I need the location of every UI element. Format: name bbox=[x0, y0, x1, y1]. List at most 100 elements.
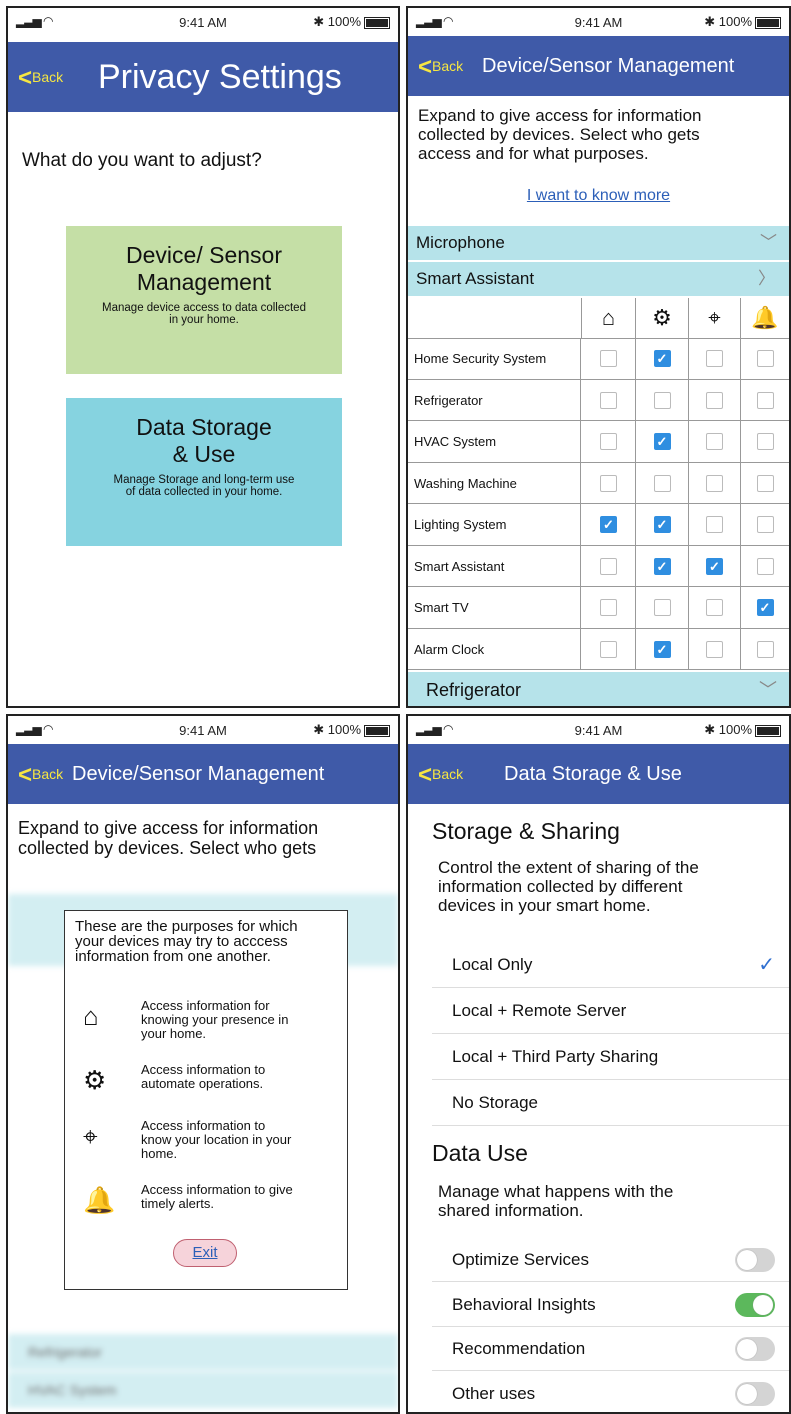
permission-checkbox[interactable] bbox=[756, 516, 774, 534]
data-use-option: Behavioral Insights bbox=[432, 1283, 789, 1327]
permission-cell bbox=[689, 338, 741, 379]
permission-checkbox[interactable] bbox=[600, 433, 617, 451]
section-microphone[interactable]: Microphone ﹀ bbox=[408, 226, 789, 260]
page-title: Privacy Settings bbox=[98, 58, 342, 96]
intro-text: Expand to give access for information co… bbox=[418, 106, 701, 163]
column-header-presence: ⌂ bbox=[582, 298, 636, 338]
intro-line1: Expand to give access for information bbox=[418, 106, 702, 125]
permission-cell bbox=[636, 587, 689, 628]
exit-button[interactable]: Exit bbox=[173, 1239, 237, 1267]
purpose-text-line3: home. bbox=[141, 1146, 178, 1161]
permission-checkbox[interactable] bbox=[600, 599, 617, 617]
checkmark-icon-checkbox[interactable]: ✓ bbox=[653, 640, 671, 658]
page-title: Device/Sensor Management bbox=[482, 55, 735, 77]
back-button[interactable]: <Back bbox=[18, 744, 63, 804]
table-row: HVAC System ✓ bbox=[408, 421, 789, 463]
purposes-info-screen: ▂▃▅ ◠ 9:41 AM ✱ 100% <Back Device/Sensor… bbox=[6, 714, 400, 1414]
storage-option-label: Local + Third Party Sharing bbox=[452, 1047, 659, 1066]
checkmark-icon-checkbox[interactable]: ✓ bbox=[653, 516, 671, 534]
storage-option[interactable]: No Storage bbox=[432, 1080, 789, 1126]
permission-checkbox[interactable] bbox=[756, 391, 774, 409]
back-button[interactable]: <Back bbox=[418, 36, 463, 96]
permission-checkbox[interactable] bbox=[756, 557, 774, 575]
device-label: Smart TV bbox=[414, 587, 581, 628]
checkmark-icon-checkbox[interactable]: ✓ bbox=[756, 599, 774, 617]
permission-checkbox[interactable] bbox=[653, 474, 671, 492]
permission-checkbox[interactable] bbox=[756, 474, 774, 492]
nav-bar: <Back Privacy Settings bbox=[8, 42, 398, 112]
permission-checkbox[interactable] bbox=[653, 599, 671, 617]
permission-checkbox[interactable] bbox=[706, 599, 723, 617]
checkmark-icon-checkbox[interactable]: ✓ bbox=[653, 350, 671, 368]
toggle-knob bbox=[737, 1250, 757, 1270]
data-use-label: Optimize Services bbox=[452, 1250, 589, 1269]
permission-checkbox[interactable] bbox=[706, 391, 723, 409]
permission-checkbox[interactable] bbox=[600, 350, 617, 368]
storage-option-label: Local + Remote Server bbox=[452, 1001, 627, 1020]
data-storage-card[interactable]: Data Storage & Use Manage Storage and lo… bbox=[66, 398, 342, 546]
storage-option[interactable]: Local Only ✓ bbox=[432, 942, 789, 988]
chevron-down-icon: ﹀ bbox=[759, 680, 777, 700]
page-title: Data Storage & Use bbox=[504, 763, 682, 785]
toggle-knob bbox=[753, 1294, 773, 1315]
permission-checkbox[interactable] bbox=[756, 640, 774, 658]
toggle-switch[interactable] bbox=[735, 1337, 775, 1361]
toggle-switch[interactable] bbox=[735, 1248, 775, 1272]
battery-indicator: ✱ 100% bbox=[313, 722, 390, 738]
checkmark-icon-checkbox[interactable]: ✓ bbox=[706, 557, 723, 575]
storage-option[interactable]: Local + Remote Server bbox=[432, 988, 789, 1034]
column-header-location: ⌖ bbox=[689, 298, 741, 338]
chevron-right-icon: 〉 bbox=[758, 269, 775, 288]
toggle-switch[interactable] bbox=[735, 1292, 775, 1317]
checkmark-icon-checkbox[interactable]: ✓ bbox=[600, 516, 617, 534]
permission-checkbox[interactable] bbox=[600, 557, 617, 575]
permission-cell bbox=[741, 338, 789, 379]
permission-checkbox[interactable] bbox=[600, 640, 617, 658]
use-desc-line2: shared information. bbox=[438, 1201, 584, 1220]
section-label: Microphone bbox=[416, 233, 505, 252]
presence-home-icon: ⌂ bbox=[601, 305, 616, 330]
bell-icon: 🔔 bbox=[83, 1185, 116, 1215]
checkmark-icon-checkbox[interactable]: ✓ bbox=[653, 557, 671, 575]
battery-percent: 100% bbox=[327, 14, 361, 29]
permission-cell bbox=[689, 504, 741, 545]
battery-percent: 100% bbox=[327, 722, 361, 737]
permission-cell bbox=[582, 628, 636, 670]
permission-checkbox[interactable] bbox=[706, 433, 723, 451]
nav-bar: <Back Data Storage & Use bbox=[408, 744, 789, 804]
permission-cell bbox=[582, 587, 636, 628]
know-more-link[interactable]: I want to know more bbox=[408, 187, 789, 205]
status-bar: ▂▃▅ ◠ 9:41 AM ✱ 100% bbox=[408, 8, 789, 38]
section-refrigerator[interactable]: Refrigerator ﹀ bbox=[408, 672, 789, 706]
permission-checkbox[interactable] bbox=[653, 391, 671, 409]
permission-cell bbox=[741, 504, 789, 545]
section-smart-assistant[interactable]: Smart Assistant 〉 bbox=[408, 262, 789, 296]
presence-home-icon: ⌂ bbox=[83, 1001, 99, 1031]
bell-icon: 🔔 bbox=[751, 305, 779, 330]
permission-checkbox[interactable] bbox=[756, 433, 774, 451]
back-button[interactable]: <Back bbox=[18, 42, 63, 112]
permission-table: ⌂ ⚙ ⌖ 🔔 Home Security System ✓ Refrigerato… bbox=[408, 298, 789, 672]
permission-checkbox[interactable] bbox=[706, 474, 723, 492]
permission-checkbox[interactable] bbox=[600, 391, 617, 409]
permission-checkbox[interactable] bbox=[756, 350, 774, 368]
table-row: Washing Machine bbox=[408, 462, 789, 504]
section-label: Smart Assistant bbox=[416, 269, 535, 288]
toggle-switch[interactable] bbox=[735, 1381, 775, 1406]
nav-bar: <Back Device/Sensor Management bbox=[8, 744, 398, 804]
card-desc-line1: Manage device access to data collected bbox=[102, 302, 306, 314]
device-sensor-card[interactable]: Device/ Sensor Management Manage device … bbox=[66, 226, 342, 374]
back-button[interactable]: <Back bbox=[418, 744, 463, 804]
purpose-text-line1: Access information to bbox=[141, 1118, 266, 1133]
intro-text: Expand to give access for information co… bbox=[18, 818, 318, 858]
permission-checkbox[interactable] bbox=[706, 640, 723, 658]
checkmark-icon-checkbox[interactable]: ✓ bbox=[653, 433, 671, 451]
permission-cell bbox=[636, 379, 689, 421]
permission-cell bbox=[582, 462, 636, 504]
back-label: Back bbox=[32, 69, 64, 85]
storage-option[interactable]: Local + Third Party Sharing bbox=[432, 1034, 789, 1080]
permission-checkbox[interactable] bbox=[706, 350, 723, 368]
permission-checkbox[interactable] bbox=[600, 474, 617, 492]
permission-checkbox[interactable] bbox=[706, 516, 723, 534]
popup-intro-line2: your devices may try to acccess bbox=[75, 933, 288, 950]
